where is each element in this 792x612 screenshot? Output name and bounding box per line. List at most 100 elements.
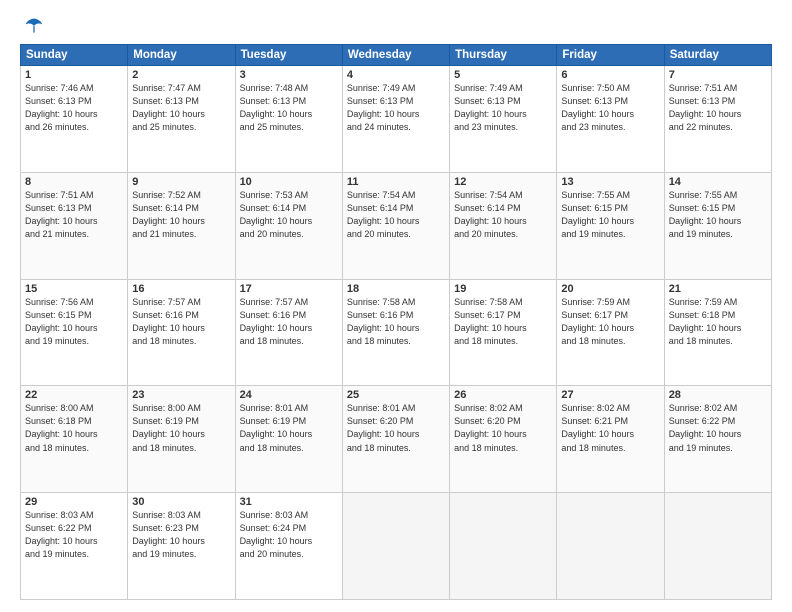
day-number: 29: [25, 496, 123, 508]
logo: [20, 16, 46, 36]
day-info: Sunrise: 7:58 AMSunset: 6:17 PMDaylight:…: [454, 296, 552, 348]
calendar-day-header: Thursday: [450, 45, 557, 66]
day-info: Sunrise: 8:02 AMSunset: 6:21 PMDaylight:…: [561, 402, 659, 454]
day-info: Sunrise: 7:50 AMSunset: 6:13 PMDaylight:…: [561, 82, 659, 134]
day-info: Sunrise: 7:59 AMSunset: 6:18 PMDaylight:…: [669, 296, 767, 348]
day-info: Sunrise: 7:52 AMSunset: 6:14 PMDaylight:…: [132, 189, 230, 241]
calendar-day-cell: 1Sunrise: 7:46 AMSunset: 6:13 PMDaylight…: [21, 66, 128, 173]
calendar-day-cell: 13Sunrise: 7:55 AMSunset: 6:15 PMDayligh…: [557, 172, 664, 279]
logo-bird-icon: [24, 16, 44, 36]
calendar-day-header: Friday: [557, 45, 664, 66]
day-info: Sunrise: 7:51 AMSunset: 6:13 PMDaylight:…: [25, 189, 123, 241]
day-info: Sunrise: 8:01 AMSunset: 6:20 PMDaylight:…: [347, 402, 445, 454]
calendar-day-cell: 9Sunrise: 7:52 AMSunset: 6:14 PMDaylight…: [128, 172, 235, 279]
calendar-day-cell: 28Sunrise: 8:02 AMSunset: 6:22 PMDayligh…: [664, 386, 771, 493]
calendar-day-cell: 6Sunrise: 7:50 AMSunset: 6:13 PMDaylight…: [557, 66, 664, 173]
calendar-day-cell: 10Sunrise: 7:53 AMSunset: 6:14 PMDayligh…: [235, 172, 342, 279]
calendar-day-cell: 26Sunrise: 8:02 AMSunset: 6:20 PMDayligh…: [450, 386, 557, 493]
calendar-day-cell: 8Sunrise: 7:51 AMSunset: 6:13 PMDaylight…: [21, 172, 128, 279]
day-number: 9: [132, 176, 230, 188]
day-info: Sunrise: 8:03 AMSunset: 6:23 PMDaylight:…: [132, 509, 230, 561]
calendar-day-cell: 16Sunrise: 7:57 AMSunset: 6:16 PMDayligh…: [128, 279, 235, 386]
calendar-day-cell: 20Sunrise: 7:59 AMSunset: 6:17 PMDayligh…: [557, 279, 664, 386]
day-info: Sunrise: 7:46 AMSunset: 6:13 PMDaylight:…: [25, 82, 123, 134]
day-info: Sunrise: 7:58 AMSunset: 6:16 PMDaylight:…: [347, 296, 445, 348]
day-number: 15: [25, 283, 123, 295]
day-info: Sunrise: 7:56 AMSunset: 6:15 PMDaylight:…: [25, 296, 123, 348]
day-number: 26: [454, 389, 552, 401]
calendar-day-cell: 23Sunrise: 8:00 AMSunset: 6:19 PMDayligh…: [128, 386, 235, 493]
day-number: 30: [132, 496, 230, 508]
day-number: 22: [25, 389, 123, 401]
day-number: 21: [669, 283, 767, 295]
day-info: Sunrise: 7:54 AMSunset: 6:14 PMDaylight:…: [347, 189, 445, 241]
calendar-day-cell: 15Sunrise: 7:56 AMSunset: 6:15 PMDayligh…: [21, 279, 128, 386]
day-number: 12: [454, 176, 552, 188]
calendar-day-cell: [664, 493, 771, 600]
calendar-day-header: Tuesday: [235, 45, 342, 66]
day-number: 7: [669, 69, 767, 81]
calendar-day-cell: 31Sunrise: 8:03 AMSunset: 6:24 PMDayligh…: [235, 493, 342, 600]
calendar-day-cell: 11Sunrise: 7:54 AMSunset: 6:14 PMDayligh…: [342, 172, 449, 279]
day-info: Sunrise: 8:02 AMSunset: 6:22 PMDaylight:…: [669, 402, 767, 454]
calendar-week-row: 29Sunrise: 8:03 AMSunset: 6:22 PMDayligh…: [21, 493, 772, 600]
calendar-day-cell: 5Sunrise: 7:49 AMSunset: 6:13 PMDaylight…: [450, 66, 557, 173]
page: SundayMondayTuesdayWednesdayThursdayFrid…: [0, 0, 792, 612]
calendar-day-header: Monday: [128, 45, 235, 66]
day-number: 20: [561, 283, 659, 295]
day-info: Sunrise: 7:55 AMSunset: 6:15 PMDaylight:…: [669, 189, 767, 241]
day-info: Sunrise: 8:03 AMSunset: 6:22 PMDaylight:…: [25, 509, 123, 561]
calendar-day-header: Wednesday: [342, 45, 449, 66]
day-number: 17: [240, 283, 338, 295]
day-number: 25: [347, 389, 445, 401]
day-number: 10: [240, 176, 338, 188]
day-number: 23: [132, 389, 230, 401]
day-number: 6: [561, 69, 659, 81]
day-info: Sunrise: 7:53 AMSunset: 6:14 PMDaylight:…: [240, 189, 338, 241]
calendar-day-cell: 22Sunrise: 8:00 AMSunset: 6:18 PMDayligh…: [21, 386, 128, 493]
day-info: Sunrise: 7:59 AMSunset: 6:17 PMDaylight:…: [561, 296, 659, 348]
calendar-table: SundayMondayTuesdayWednesdayThursdayFrid…: [20, 44, 772, 600]
day-info: Sunrise: 7:54 AMSunset: 6:14 PMDaylight:…: [454, 189, 552, 241]
calendar-day-header: Saturday: [664, 45, 771, 66]
calendar-day-cell: 12Sunrise: 7:54 AMSunset: 6:14 PMDayligh…: [450, 172, 557, 279]
day-info: Sunrise: 8:00 AMSunset: 6:19 PMDaylight:…: [132, 402, 230, 454]
day-number: 28: [669, 389, 767, 401]
calendar-day-cell: 25Sunrise: 8:01 AMSunset: 6:20 PMDayligh…: [342, 386, 449, 493]
day-info: Sunrise: 7:49 AMSunset: 6:13 PMDaylight:…: [347, 82, 445, 134]
day-number: 3: [240, 69, 338, 81]
day-info: Sunrise: 7:47 AMSunset: 6:13 PMDaylight:…: [132, 82, 230, 134]
day-number: 18: [347, 283, 445, 295]
calendar-day-cell: 3Sunrise: 7:48 AMSunset: 6:13 PMDaylight…: [235, 66, 342, 173]
calendar-day-cell: 29Sunrise: 8:03 AMSunset: 6:22 PMDayligh…: [21, 493, 128, 600]
day-number: 13: [561, 176, 659, 188]
day-info: Sunrise: 8:03 AMSunset: 6:24 PMDaylight:…: [240, 509, 338, 561]
calendar-day-cell: 30Sunrise: 8:03 AMSunset: 6:23 PMDayligh…: [128, 493, 235, 600]
calendar-day-cell: 27Sunrise: 8:02 AMSunset: 6:21 PMDayligh…: [557, 386, 664, 493]
day-info: Sunrise: 7:55 AMSunset: 6:15 PMDaylight:…: [561, 189, 659, 241]
day-number: 24: [240, 389, 338, 401]
day-info: Sunrise: 7:51 AMSunset: 6:13 PMDaylight:…: [669, 82, 767, 134]
calendar-day-header: Sunday: [21, 45, 128, 66]
calendar-day-cell: 7Sunrise: 7:51 AMSunset: 6:13 PMDaylight…: [664, 66, 771, 173]
day-info: Sunrise: 8:02 AMSunset: 6:20 PMDaylight:…: [454, 402, 552, 454]
day-number: 27: [561, 389, 659, 401]
calendar-day-cell: 14Sunrise: 7:55 AMSunset: 6:15 PMDayligh…: [664, 172, 771, 279]
calendar-day-cell: 21Sunrise: 7:59 AMSunset: 6:18 PMDayligh…: [664, 279, 771, 386]
calendar-day-cell: 17Sunrise: 7:57 AMSunset: 6:16 PMDayligh…: [235, 279, 342, 386]
day-number: 4: [347, 69, 445, 81]
day-info: Sunrise: 7:49 AMSunset: 6:13 PMDaylight:…: [454, 82, 552, 134]
day-info: Sunrise: 7:57 AMSunset: 6:16 PMDaylight:…: [240, 296, 338, 348]
header: [20, 16, 772, 36]
day-number: 19: [454, 283, 552, 295]
calendar-day-cell: 4Sunrise: 7:49 AMSunset: 6:13 PMDaylight…: [342, 66, 449, 173]
day-info: Sunrise: 8:00 AMSunset: 6:18 PMDaylight:…: [25, 402, 123, 454]
calendar-day-cell: 18Sunrise: 7:58 AMSunset: 6:16 PMDayligh…: [342, 279, 449, 386]
calendar-day-cell: 2Sunrise: 7:47 AMSunset: 6:13 PMDaylight…: [128, 66, 235, 173]
day-info: Sunrise: 8:01 AMSunset: 6:19 PMDaylight:…: [240, 402, 338, 454]
calendar-day-cell: [557, 493, 664, 600]
day-number: 2: [132, 69, 230, 81]
calendar-week-row: 22Sunrise: 8:00 AMSunset: 6:18 PMDayligh…: [21, 386, 772, 493]
calendar-header-row: SundayMondayTuesdayWednesdayThursdayFrid…: [21, 45, 772, 66]
calendar-day-cell: 19Sunrise: 7:58 AMSunset: 6:17 PMDayligh…: [450, 279, 557, 386]
